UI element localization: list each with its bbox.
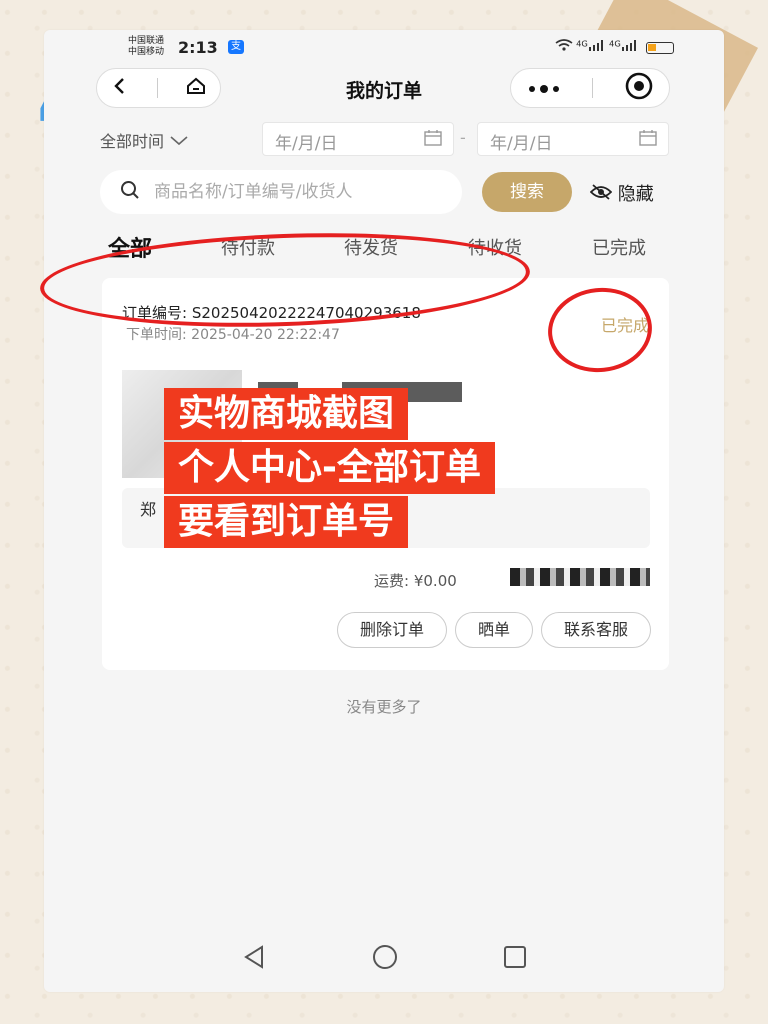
recipient-name: 郑 (140, 500, 157, 519)
signal-icon-2: 4G (609, 39, 639, 54)
time-range-select[interactable]: 全部时间 (100, 128, 189, 152)
status-time: 2:13 (178, 38, 218, 57)
banner-line-1: 实物商城截图 (164, 388, 409, 440)
order-actions: 删除订单 晒单 联系客服 (336, 612, 651, 648)
recents-square-icon[interactable] (500, 942, 530, 972)
annotation-banner: 实物商城截图 个人中心-全部订单 要看到订单号 (164, 386, 656, 548)
banner-line-3: 要看到订单号 (164, 496, 409, 548)
search-icon (120, 180, 140, 204)
battery-icon (646, 42, 674, 55)
wifi-icon (555, 39, 576, 54)
signal-icon-1: 4G (576, 39, 606, 54)
tab-completed[interactable]: 已完成 (592, 234, 646, 260)
carrier-labels: 中国联通 中国移动 (128, 36, 165, 57)
start-date-input[interactable]: 年/月/日 (262, 122, 454, 156)
date-filter-row: 全部时间 年/月/日 - 年/月/日 (44, 122, 724, 156)
search-input[interactable] (154, 182, 434, 202)
contact-service-button[interactable]: 联系客服 (540, 612, 651, 648)
date-separator: - (460, 128, 466, 147)
close-target-icon[interactable] (624, 71, 654, 105)
delete-order-button[interactable]: 删除订单 (336, 612, 447, 648)
order-time: 下单时间: 2025-04-20 22:22:47 (126, 327, 340, 343)
nav-bar: 我的订单 (44, 68, 724, 112)
shipping-fee: 运费: ¥0.00 (374, 572, 457, 590)
eye-off-icon (589, 184, 618, 205)
blurred-total (510, 568, 650, 586)
system-icons: 4G 4G (555, 39, 674, 55)
search-box (100, 170, 462, 214)
share-review-button[interactable]: 晒单 (454, 612, 533, 648)
miniprogram-capsule (510, 68, 670, 108)
back-triangle-icon[interactable] (240, 942, 270, 972)
home-circle-icon[interactable] (370, 942, 400, 972)
chevron-down-icon (169, 132, 189, 151)
banner-line-2: 个人中心-全部订单 (164, 442, 495, 494)
end-date-input[interactable]: 年/月/日 (477, 122, 669, 156)
more-icon[interactable] (526, 79, 562, 98)
calendar-icon (423, 129, 443, 152)
capsule-divider (592, 78, 594, 98)
status-bar: 中国联通 中国移动 2:13 支 4G 4G (44, 30, 724, 66)
search-row: 搜索 隐藏 (44, 170, 724, 214)
calendar-icon (638, 129, 658, 152)
search-button[interactable]: 搜索 (482, 172, 572, 212)
alipay-icon: 支 (228, 40, 244, 54)
hide-toggle[interactable]: 隐藏 (589, 180, 654, 206)
system-nav-bar (44, 922, 724, 992)
no-more-text: 没有更多了 (346, 698, 422, 716)
